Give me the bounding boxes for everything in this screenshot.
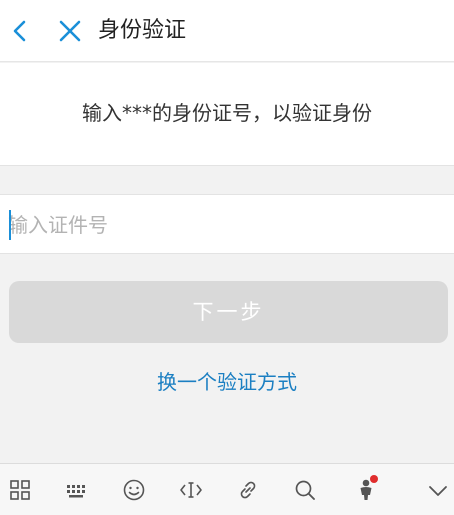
emoji-icon[interactable] (122, 478, 146, 502)
id-input-row (0, 194, 454, 254)
grid-icon[interactable] (8, 478, 32, 502)
prompt-section: 输入***的身份证号，以验证身份 (0, 63, 454, 166)
keyboard-toolbar (0, 463, 454, 515)
close-icon[interactable] (56, 17, 84, 45)
title-bar: 身份验证 (0, 0, 454, 62)
cursor-move-icon[interactable] (179, 478, 203, 502)
next-step-button[interactable]: 下一步 (9, 281, 448, 343)
page-title: 身份验证 (98, 18, 187, 43)
prompt-text: 输入***的身份证号，以验证身份 (82, 101, 372, 125)
chevron-down-icon[interactable] (426, 478, 450, 502)
text-caret (9, 210, 11, 240)
search-icon[interactable] (293, 478, 317, 502)
id-number-input[interactable] (8, 205, 444, 245)
avatar-icon[interactable] (354, 475, 378, 502)
link-icon[interactable] (236, 478, 260, 502)
notification-badge (370, 475, 378, 483)
switch-verification-method-link[interactable]: 换一个验证方式 (0, 366, 454, 398)
chevron-left-icon[interactable] (8, 17, 34, 45)
keyboard-icon[interactable] (65, 478, 89, 502)
